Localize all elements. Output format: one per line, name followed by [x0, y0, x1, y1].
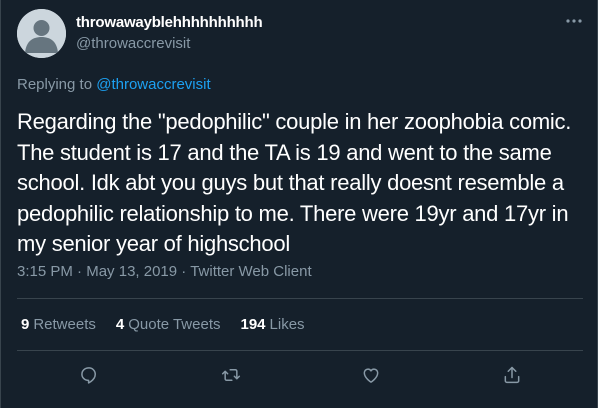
quote-tweets-count: 4: [115, 316, 125, 333]
likes-count: 194: [240, 316, 266, 333]
heart-icon: [363, 368, 379, 383]
divider: [17, 350, 583, 351]
replying-to: Replying to @throwaccrevisit: [17, 76, 211, 93]
likes-label: Likes: [269, 316, 305, 333]
tweet-text: Regarding the "pedophilic" couple in her…: [17, 109, 572, 256]
share-button[interactable]: [497, 360, 527, 390]
reply-icon: [81, 367, 96, 384]
retweets-stat[interactable]: 9 Retweets: [21, 316, 96, 333]
avatar[interactable]: [17, 9, 66, 58]
tweet-date[interactable]: May 13, 2019: [86, 263, 177, 280]
likes-stat[interactable]: 194 Likes: [241, 316, 305, 333]
share-icon: [504, 366, 520, 384]
more-horizontal-icon: [566, 19, 582, 23]
divider: [17, 298, 583, 299]
action-bar: [1, 360, 598, 390]
retweet-button[interactable]: [216, 360, 246, 390]
user-handle[interactable]: @throwaccrevisit: [76, 35, 190, 52]
retweets-count: 9: [21, 316, 30, 333]
tweet-time[interactable]: 3:15 PM: [17, 263, 73, 280]
meta-separator: ·: [177, 263, 191, 280]
tweet-client[interactable]: Twitter Web Client: [190, 263, 311, 280]
meta-separator: ·: [72, 263, 87, 280]
quote-tweets-label: Quote Tweets: [128, 316, 221, 333]
display-name[interactable]: throwawayblehhhhhhhhhh: [76, 14, 263, 31]
replying-to-label: Replying to: [17, 76, 97, 93]
tweet-meta: 3:15 PM · May 13, 2019 · Twitter Web Cli…: [17, 263, 312, 280]
quote-tweets-stat[interactable]: 4 Quote Tweets: [116, 316, 221, 333]
engagement-stats: 9 Retweets 4 Quote Tweets 194 Likes: [21, 316, 325, 333]
like-button[interactable]: [356, 360, 386, 390]
retweet-icon: [221, 369, 241, 381]
tweet-card: throwawayblehhhhhhhhhh @throwaccrevisit …: [0, 0, 598, 408]
retweets-label: Retweets: [33, 316, 96, 333]
default-profile-icon: [17, 9, 66, 58]
more-options-button[interactable]: [561, 8, 587, 34]
reply-button[interactable]: [74, 360, 104, 390]
reply-mention-link[interactable]: @throwaccrevisit: [96, 76, 210, 93]
